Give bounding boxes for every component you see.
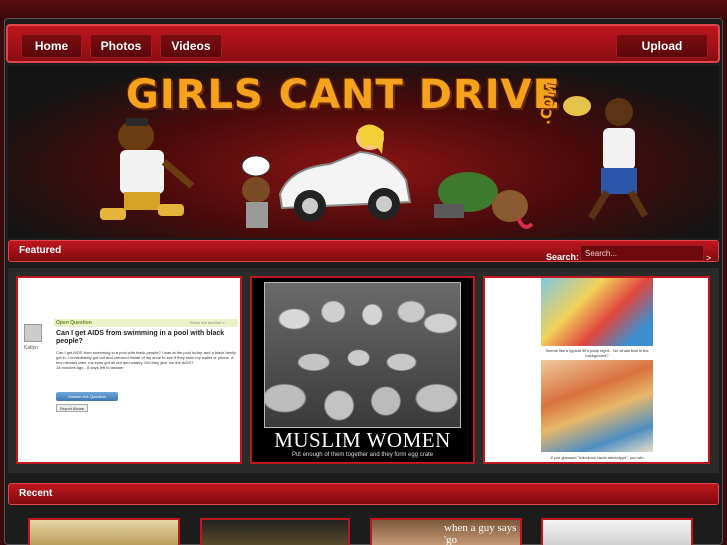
site-banner[interactable]: GIRLS CANT DRIVE .COM [8,66,719,238]
party-image [541,360,653,452]
qa-open-question: Open Question [56,320,92,326]
qa-meta-text: 18 minutes ago - 5 days left to answer. [56,365,125,370]
image-caption-bottom: If you guessed "ridiculous racist stereo… [550,455,644,460]
recent-item-2[interactable] [200,518,350,545]
qa-answer-button: Answer this Question [56,392,118,401]
upload-button[interactable]: Upload [616,34,708,58]
recent-bar: Recent [8,483,719,505]
cartoon-runner-right-icon [563,96,649,220]
top-strip [0,0,727,20]
poster-title: MUSLIM WOMEN [274,428,451,452]
featured-title: Featured [19,245,62,256]
qa-report-button: Report Abuse [56,404,88,412]
qa-show-another: Show me another » [190,320,225,325]
image-caption-top: Seems like a typical 90's party night...… [545,348,649,358]
qa-question-title: Can I get AIDS from swimming in a pool w… [56,330,225,345]
recent-item-1[interactable] [28,518,180,545]
white-car-icon [278,124,412,222]
poster-subtitle: Put enough of them together and they for… [291,452,434,458]
nav-bar: Home Photos Videos Upload [6,24,720,63]
qa-details-text: Can I get AIDS from swimming in a pool w… [56,350,236,365]
qa-question-details: Can I get AIDS from swimming in a pool w… [56,350,236,370]
cartoon-fallen-man-icon [434,172,534,229]
featured-item-3[interactable]: Seems like a typical 90's party night...… [483,276,710,464]
nav-videos-button[interactable]: Videos [160,34,222,58]
motivational-poster: MUSLIM WOMEN Put enough of them together… [252,278,473,462]
cartoon-runner-left-icon [100,118,195,220]
poster-image [264,282,461,428]
nav-photos-button[interactable]: Photos [90,34,152,58]
featured-item-1[interactable]: Katlyn Open Question Show me another » C… [16,276,242,464]
featured-item-2[interactable]: MUSLIM WOMEN Put enough of them together… [250,276,475,464]
search-label: Search: [546,252,580,262]
qa-asker-name: Katlyn [24,345,38,351]
nav-home-button[interactable]: Home [21,34,82,58]
recent-item-caption: when a guy says 'go [444,522,517,545]
recent-title: Recent [19,488,53,499]
search-input[interactable] [580,245,704,261]
recent-item-3[interactable]: when a guy says 'go [370,518,522,545]
avatar [24,324,42,342]
recent-item-4[interactable] [541,518,693,545]
search-submit-button[interactable]: > [706,253,711,263]
board-game-image [541,278,653,346]
